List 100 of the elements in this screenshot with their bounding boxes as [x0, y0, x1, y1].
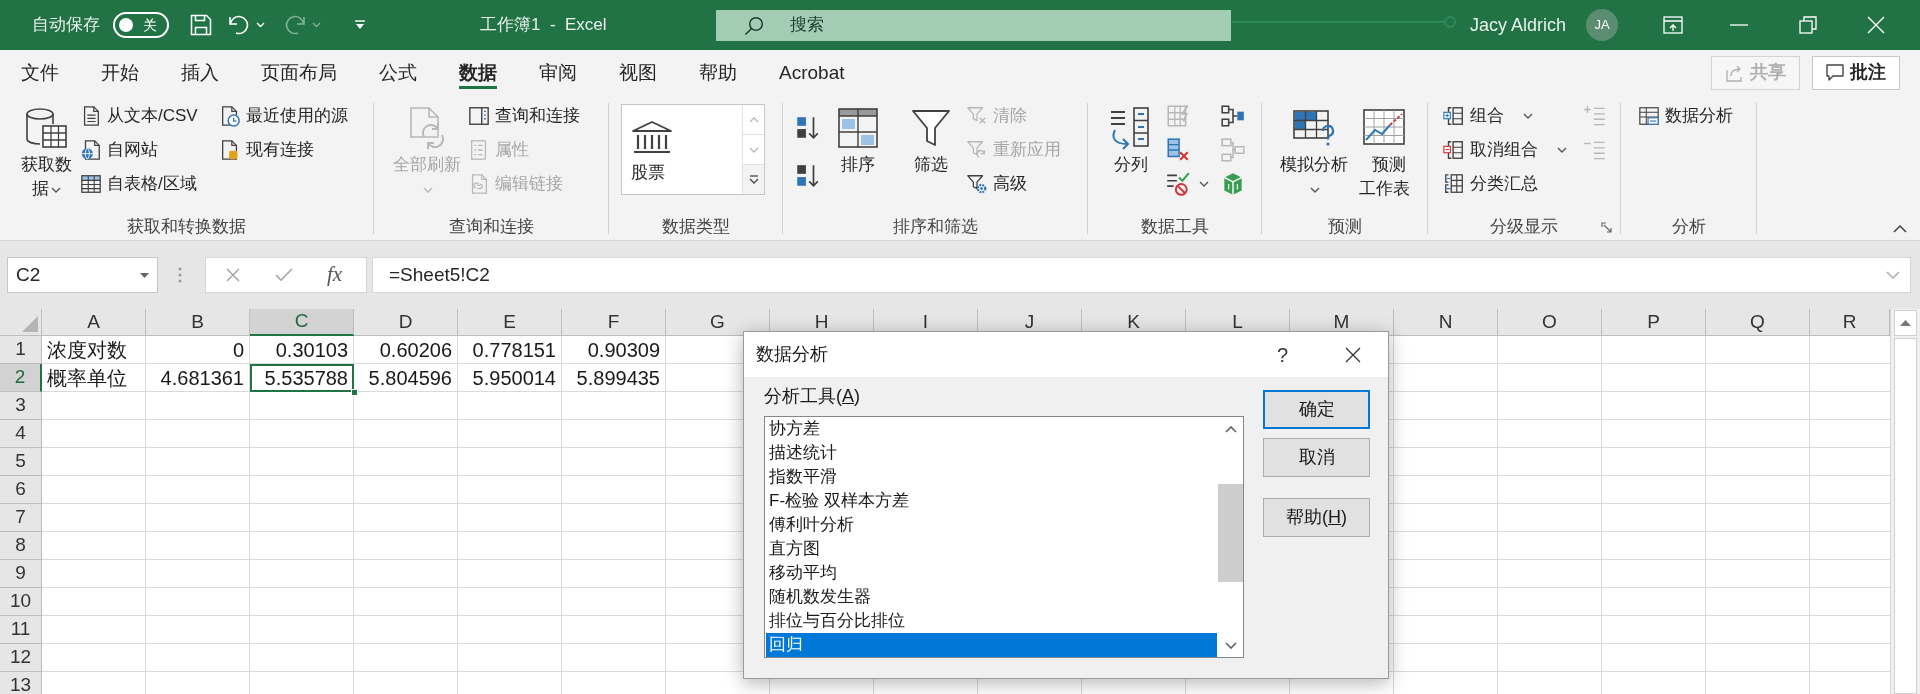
chevron-up-icon[interactable] — [1893, 225, 1907, 233]
expand-gallery-icon[interactable] — [748, 175, 759, 184]
search-field[interactable]: 搜索 — [716, 9, 1231, 41]
list-item[interactable]: 描述统计 — [766, 441, 1217, 465]
chevron-down-icon[interactable] — [1557, 147, 1567, 153]
ribbon-tab[interactable]: 数据 — [438, 50, 518, 95]
customize-caret-icon[interactable] — [354, 20, 366, 30]
row-header[interactable]: 6 — [0, 476, 42, 504]
row-header[interactable]: 5 — [0, 448, 42, 476]
row-header[interactable]: 4 — [0, 420, 42, 448]
row-header[interactable]: 13 — [0, 672, 42, 694]
ribbon-tab[interactable]: 文件 — [0, 50, 80, 95]
merge-boxes-icon[interactable] — [1220, 103, 1246, 129]
duplicate-removal-icon[interactable] — [1165, 137, 1191, 163]
dialog-button[interactable]: 确定 — [1263, 390, 1370, 429]
column-header[interactable]: B — [146, 309, 250, 336]
column-header[interactable]: N — [1394, 309, 1498, 336]
chevron-down-icon[interactable] — [1310, 186, 1320, 193]
ribbon-button[interactable]: 筛选 — [900, 99, 962, 177]
scrollbar-thumb[interactable] — [1218, 484, 1243, 582]
row-header[interactable]: 7 — [0, 504, 42, 532]
column-header[interactable]: G — [666, 309, 770, 336]
chevron-down-icon[interactable] — [1523, 113, 1533, 119]
column-header[interactable]: D — [354, 309, 458, 336]
ribbon-button[interactable]: 分类汇总 — [1441, 167, 1572, 201]
ribbon-button[interactable]: 自表格/区域 — [78, 167, 217, 201]
column-header[interactable]: R — [1810, 309, 1890, 336]
column-header[interactable]: E — [458, 309, 562, 336]
ribbon-button[interactable]: 高级 — [964, 167, 1063, 201]
list-item[interactable]: 协方差 — [766, 417, 1217, 441]
list-item[interactable]: F-检验 双样本方差 — [766, 489, 1217, 513]
insert-function-button[interactable]: fx — [327, 259, 343, 291]
ribbon-tab[interactable]: 审阅 — [518, 50, 598, 95]
chevron-down-icon[interactable] — [50, 186, 61, 193]
ribbon-display-icon[interactable] — [1663, 16, 1684, 34]
ribbon-button[interactable]: 获取数据 — [18, 99, 74, 201]
data-type-option[interactable]: 股票 — [622, 105, 742, 194]
column-header[interactable]: A — [42, 309, 146, 336]
ribbon-button[interactable]: 最近使用的源 — [217, 99, 350, 133]
autosave-toggle[interactable]: 关 — [113, 12, 169, 38]
sort-descending-icon[interactable] — [794, 163, 820, 189]
minimize-icon[interactable] — [1730, 24, 1749, 26]
scroll-up-icon[interactable] — [1900, 320, 1911, 326]
ribbon-button[interactable]: 组合 — [1441, 99, 1572, 133]
check-icon[interactable] — [275, 268, 293, 282]
close-icon[interactable] — [1345, 346, 1361, 363]
column-header[interactable]: P — [1602, 309, 1706, 336]
ribbon-button[interactable]: 查询和连接 — [466, 99, 582, 133]
row-header[interactable]: 10 — [0, 588, 42, 616]
row-header[interactable]: 1 — [0, 336, 42, 364]
ribbon-tab[interactable]: 开始 — [80, 50, 160, 95]
dialog-button[interactable]: 取消 — [1263, 438, 1370, 477]
row-header[interactable]: 9 — [0, 560, 42, 588]
column-header[interactable]: O — [1498, 309, 1602, 336]
ribbon-tab[interactable]: 帮助 — [678, 50, 758, 95]
ribbon-button[interactable]: 从文本/CSV — [78, 99, 217, 133]
ribbon-button[interactable]: 模拟分析 — [1274, 99, 1354, 201]
sort-ascending-icon[interactable] — [794, 115, 820, 141]
comments-button[interactable]: 批注 — [1812, 55, 1900, 90]
column-header[interactable]: Q — [1706, 309, 1810, 336]
list-item[interactable]: 直方图 — [766, 537, 1217, 561]
ribbon-button[interactable]: 取消组合 — [1441, 133, 1572, 167]
ribbon-tab[interactable]: 页面布局 — [240, 50, 358, 95]
scrollbar-track[interactable] — [1894, 338, 1917, 694]
fill-handle-icon[interactable] — [351, 389, 358, 396]
dialog-button[interactable]: 帮助(H) — [1263, 498, 1370, 537]
ribbon-button[interactable]: 现有连接 — [217, 133, 350, 167]
ribbon-tab[interactable]: 视图 — [598, 50, 678, 95]
chevron-down-icon[interactable] — [1224, 641, 1237, 649]
list-item[interactable]: 排位与百分比排位 — [766, 609, 1217, 633]
validation-check-icon[interactable] — [1165, 171, 1191, 197]
ribbon-button[interactable]: 预测工作表 — [1356, 99, 1412, 201]
undo-arrow-icon[interactable] — [228, 15, 250, 35]
list-item[interactable]: 随机数发生器 — [766, 585, 1217, 609]
dialog-launcher-icon[interactable] — [1601, 222, 1612, 233]
ribbon-button[interactable]: 分列 — [1100, 99, 1162, 177]
restore-icon[interactable] — [1799, 16, 1818, 34]
ribbon-tab[interactable]: 公式 — [358, 50, 438, 95]
list-item[interactable]: 指数平滑 — [766, 465, 1217, 489]
caret-down-icon[interactable] — [140, 272, 149, 278]
ribbon-button[interactable]: 排序 — [832, 99, 884, 177]
ribbon-button[interactable]: 数据分析 — [1636, 99, 1735, 133]
active-cell[interactable]: 5.535788 — [250, 364, 354, 392]
row-header[interactable]: 11 — [0, 616, 42, 644]
ribbon-tab[interactable]: 插入 — [160, 50, 240, 95]
list-item[interactable]: 傅利叶分析 — [766, 513, 1217, 537]
row-header[interactable]: 2 — [0, 364, 42, 392]
name-box[interactable]: C2 — [7, 257, 158, 293]
list-item[interactable]: 回归 — [766, 633, 1217, 657]
row-header[interactable]: 12 — [0, 644, 42, 672]
help-button[interactable]: ? — [1276, 339, 1288, 370]
column-header[interactable]: F — [562, 309, 666, 336]
chevron-up-icon[interactable] — [1224, 425, 1237, 433]
row-header[interactable]: 8 — [0, 532, 42, 560]
row-header[interactable]: 3 — [0, 392, 42, 420]
user-avatar[interactable]: JA — [1586, 9, 1619, 41]
list-item[interactable]: 移动平均 — [766, 561, 1217, 585]
column-header[interactable]: C — [250, 309, 354, 336]
chevron-down-icon[interactable] — [1199, 181, 1209, 187]
formula-field[interactable]: =Sheet5!C2 — [372, 257, 1911, 293]
